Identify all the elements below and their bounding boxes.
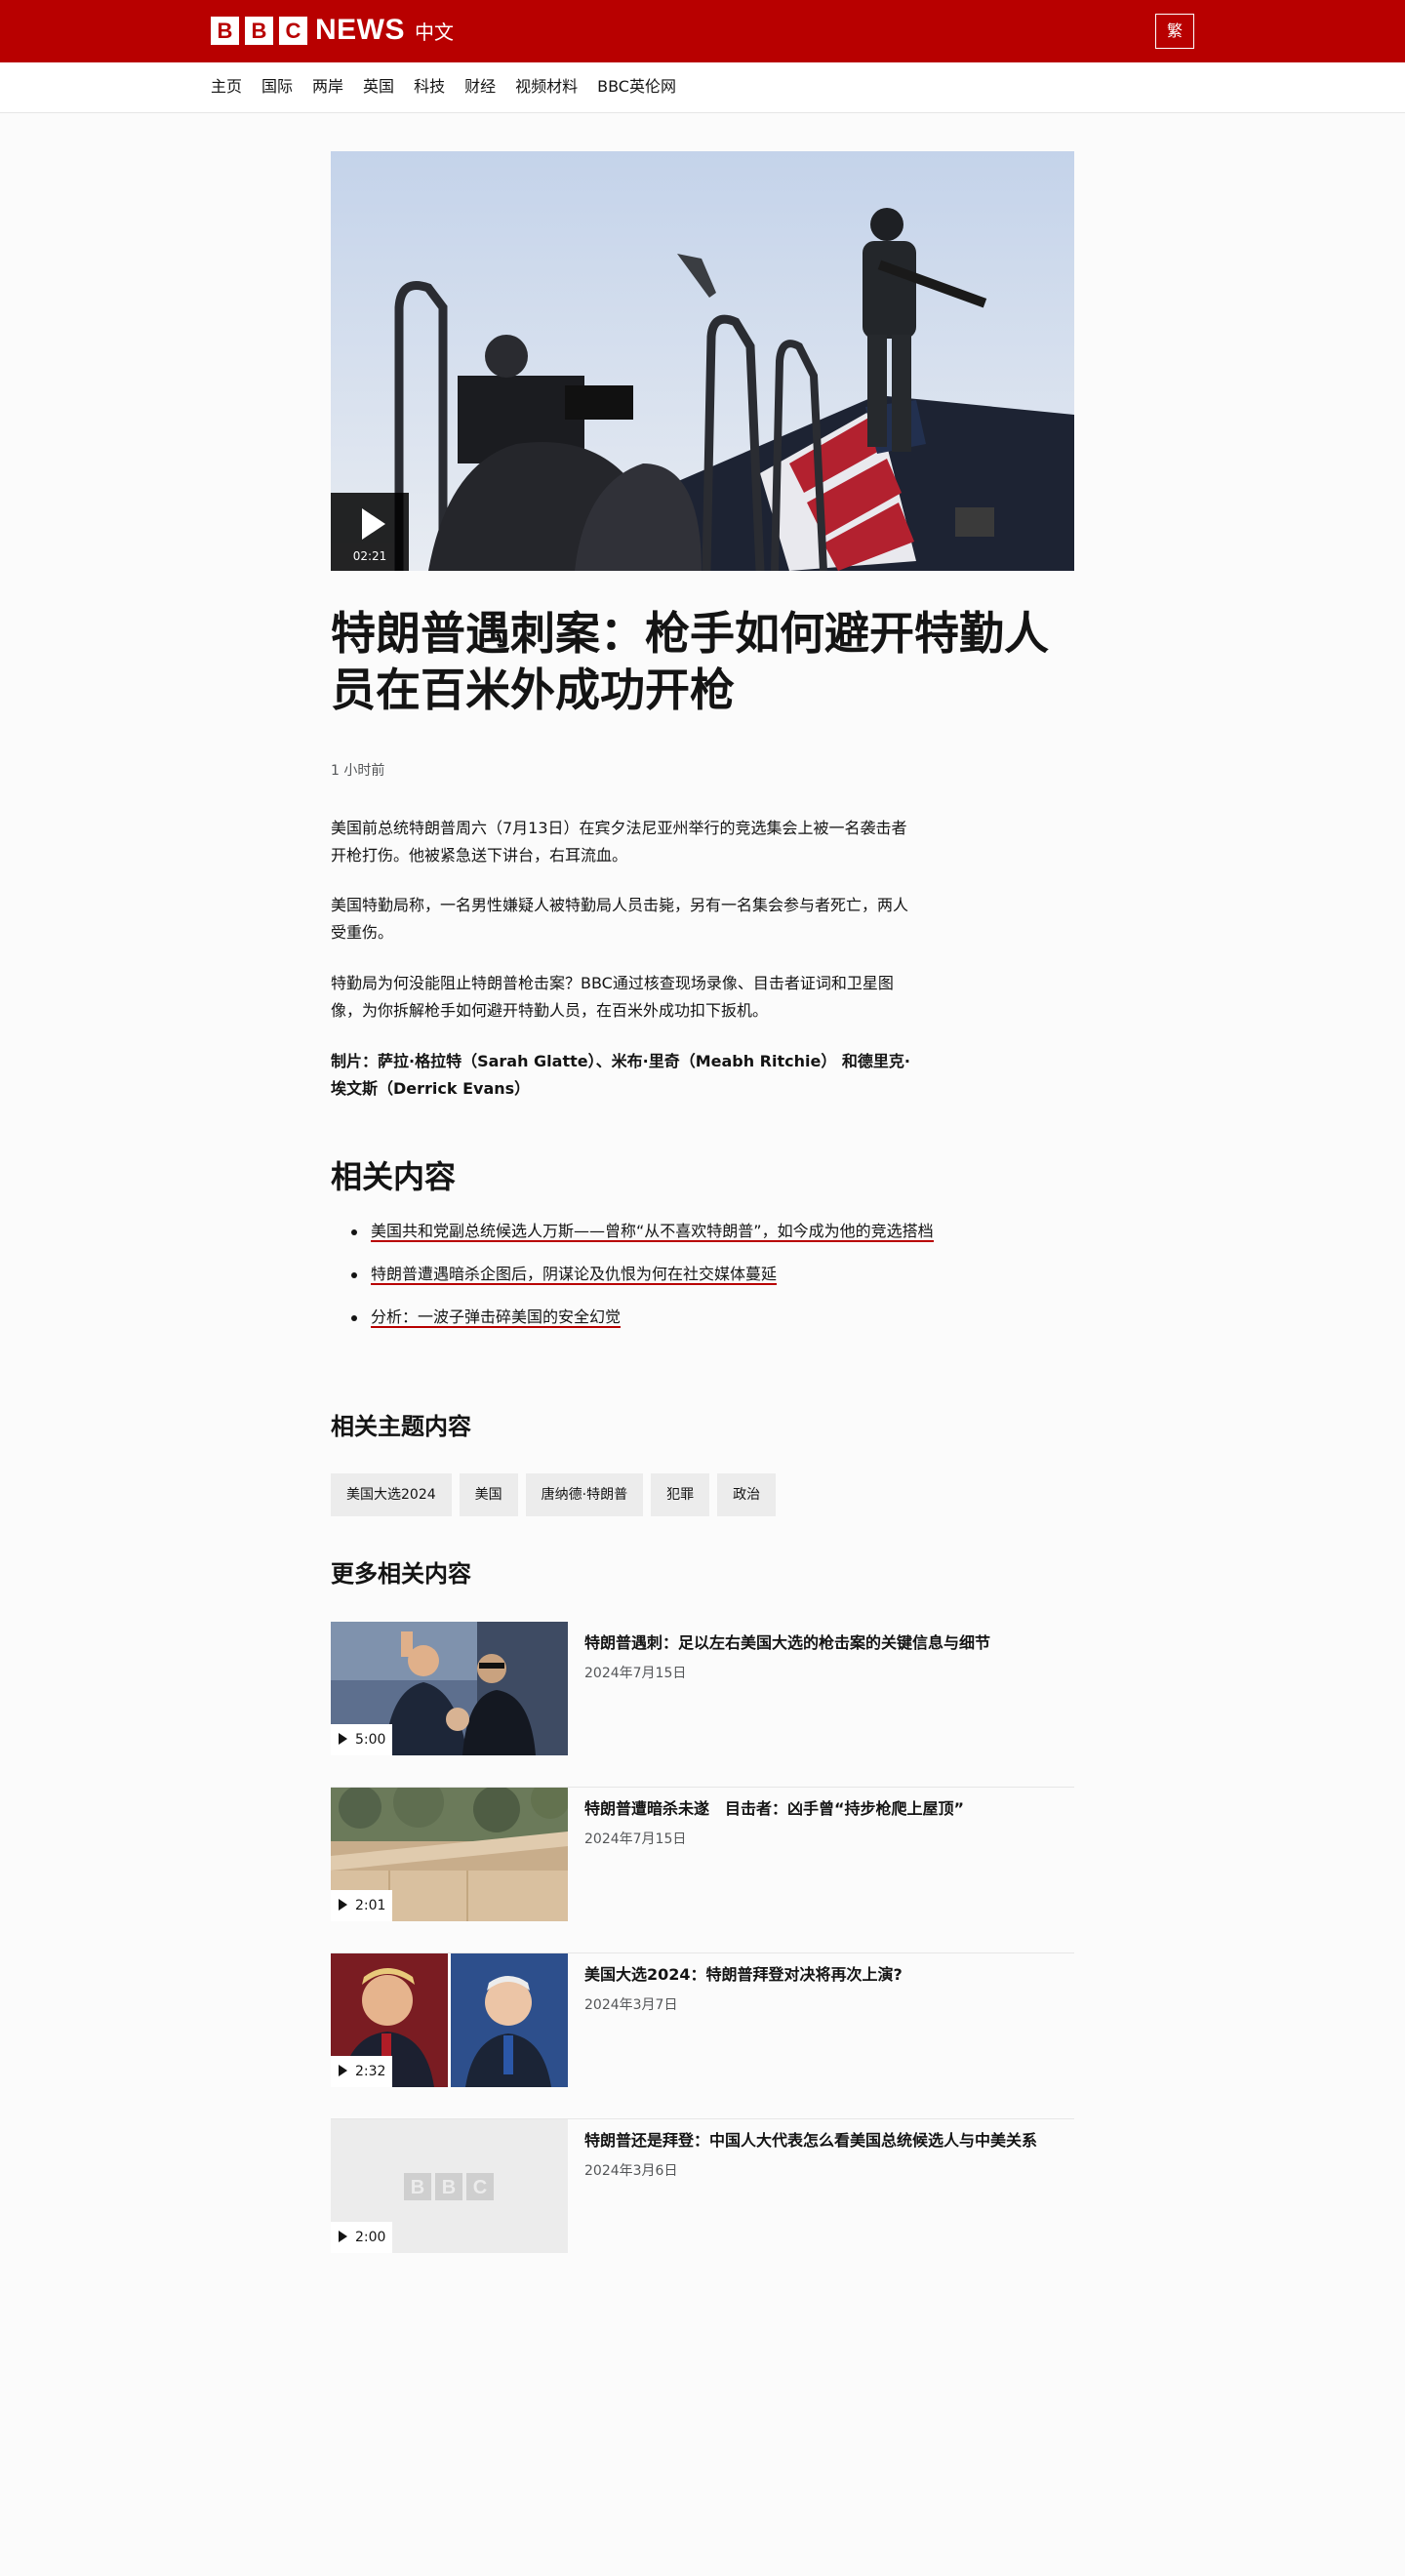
promo-item[interactable]: B B C 2:00 特朗普还是拜登：中国人大代表怎么看美国总统候选人与中美关系… [331,2119,1074,2285]
promo-item[interactable]: 2:32 美国大选2024：特朗普拜登对决将再次上演? 2024年3月7日 [331,1953,1074,2119]
promo-date: 2024年7月15日 [584,1831,687,1847]
play-icon [339,1733,347,1745]
play-icon [339,2065,347,2076]
topic-tag[interactable]: 美国大选2024 [331,1473,452,1516]
article-paragraph: 美国特勤局称，一名男性嫌疑人被特勤局人员击毙，另有一名集会参与者死亡，两人受重伤… [331,896,909,942]
promo-date: 2024年3月7日 [584,1997,678,2013]
list-item: 美国共和党副总统候选人万斯——曾称“从不喜欢特朗普”，如今成为他的竞选搭档 [351,1220,934,1243]
nav-item-tech[interactable]: 科技 [414,77,445,97]
bbc-news-logo[interactable]: B B C NEWS 中文 [211,14,454,46]
logo-block: C [279,16,307,45]
nav-item-world[interactable]: 国际 [261,77,293,97]
promo-thumbnail: 5:00 [331,1622,568,1755]
article-credits: 制片：萨拉·格拉特（Sarah Glatte）、米布·里奇（Meabh Ritc… [331,1052,910,1098]
topic-tag[interactable]: 犯罪 [651,1473,710,1516]
duration-text: 2:00 [355,2230,386,2245]
play-icon [339,2231,347,2242]
play-icon [339,1899,347,1911]
promo-thumbnail: 2:32 [331,1953,568,2087]
promo-title[interactable]: 特朗普遭暗杀未遂 目击者：凶手曾“持步枪爬上屋顶” [584,1797,1072,1821]
nav-item-bbc-uk-china[interactable]: BBC英伦网 [597,77,676,97]
play-icon [362,508,385,540]
related-content-heading: 相关内容 [331,1158,457,1195]
article-paragraph: 美国前总统特朗普周六（7月13日）在宾夕法尼亚州举行的竞选集会上被一名袭击者开枪… [331,819,907,865]
nav-item-cross-strait[interactable]: 两岸 [312,77,343,97]
promo-date: 2024年3月6日 [584,2163,678,2179]
related-link[interactable]: 分析：一波子弹击碎美国的安全幻觉 [371,1308,622,1328]
duration-text: 2:32 [355,2064,386,2079]
related-link[interactable]: 美国共和党副总统候选人万斯——曾称“从不喜欢特朗普”，如今成为他的竞选搭档 [371,1222,934,1242]
main-video-player[interactable]: 02:21 [331,151,1074,571]
promo-thumbnail: 2:01 [331,1788,568,1921]
duration-badge: 2:00 [331,2222,392,2253]
nav-bar: 主页 国际 两岸 英国 科技 财经 视频材料 BBC英伦网 [0,62,1405,113]
nav-item-business[interactable]: 财经 [464,77,496,97]
topic-tags: 美国大选2024 美国 唐纳德·特朗普 犯罪 政治 [331,1473,783,1516]
nav-list: 主页 国际 两岸 英国 科技 财经 视频材料 BBC英伦网 [211,77,696,97]
article-headline: 特朗普遇刺案：枪手如何避开特勤人员在百米外成功开枪 [331,607,1049,716]
promo-title[interactable]: 特朗普还是拜登：中国人大代表怎么看美国总统候选人与中美关系 [584,2129,1072,2153]
play-button[interactable]: 02:21 [331,493,409,571]
top-bar: B B C NEWS 中文 繁 [0,0,1405,62]
svg-text:C: C [473,2177,487,2198]
nav-item-home[interactable]: 主页 [211,77,242,97]
article-paragraph: 特勤局为何没能阻止特朗普枪击案？BBC通过核查现场录像、目击者证词和卫星图像，为… [331,974,894,1020]
list-item: 特朗普遭遇暗杀企图后，阴谋论及仇恨为何在社交媒体蔓延 [351,1263,934,1286]
duration-text: 2:01 [355,1898,386,1913]
topic-tag[interactable]: 美国 [459,1473,518,1516]
topic-tag[interactable]: 政治 [717,1473,777,1516]
svg-text:B: B [442,2177,456,2198]
nav-item-video[interactable]: 视频材料 [515,77,578,97]
promo-title[interactable]: 美国大选2024：特朗普拜登对决将再次上演? [584,1963,1072,1987]
video-still-image [331,151,1074,571]
related-link[interactable]: 特朗普遭遇暗杀企图后，阴谋论及仇恨为何在社交媒体蔓延 [371,1265,778,1285]
promo-item[interactable]: 2:01 特朗普遭暗杀未遂 目击者：凶手曾“持步枪爬上屋顶” 2024年7月15… [331,1788,1074,1953]
list-item: 分析：一波子弹击碎美国的安全幻觉 [351,1306,934,1329]
topic-tag[interactable]: 唐纳德·特朗普 [525,1473,644,1516]
duration-text: 5:00 [355,1732,386,1748]
svg-text:B: B [411,2177,424,2198]
more-related-heading: 更多相关内容 [331,1560,471,1588]
related-topics-heading: 相关主题内容 [331,1413,471,1440]
logo-news-text: NEWS [315,14,405,46]
duration-badge: 5:00 [331,1724,392,1755]
logo-block: B [245,16,273,45]
promo-title[interactable]: 特朗普遇刺：足以左右美国大选的枪击案的关键信息与细节 [584,1631,1072,1655]
article-timestamp: 1 小时前 [331,763,385,779]
promo-thumbnail: B B C 2:00 [331,2119,568,2253]
nav-item-uk[interactable]: 英国 [363,77,394,97]
logo-language: 中文 [415,20,454,44]
duration-badge: 2:01 [331,1890,392,1921]
duration-badge: 2:32 [331,2056,392,2087]
promo-date: 2024年7月15日 [584,1666,687,1681]
related-links-list: 美国共和党副总统候选人万斯——曾称“从不喜欢特朗普”，如今成为他的竞选搭档 特朗… [351,1220,934,1348]
video-duration: 02:21 [352,549,387,563]
traditional-chinese-toggle-button[interactable]: 繁 [1155,14,1194,49]
promo-item[interactable]: 5:00 特朗普遇刺：足以左右美国大选的枪击案的关键信息与细节 2024年7月1… [331,1622,1074,1788]
logo-block: B [211,16,239,45]
